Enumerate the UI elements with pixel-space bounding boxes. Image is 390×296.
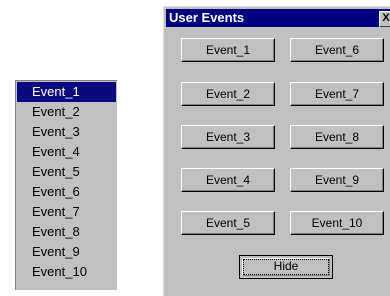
event-1-button[interactable]: Event_1 — [181, 38, 275, 62]
event-listbox[interactable]: Event_1 Event_2 Event_3 Event_4 Event_5 … — [15, 80, 117, 290]
event-6-button[interactable]: Event_6 — [290, 38, 384, 62]
event-3-button[interactable]: Event_3 — [181, 125, 275, 149]
list-item-event-1[interactable]: Event_1 — [17, 82, 116, 102]
list-item-event-5[interactable]: Event_5 — [17, 162, 116, 182]
event-5-button[interactable]: Event_5 — [181, 211, 275, 235]
event-9-button[interactable]: Event_9 — [290, 168, 384, 192]
dialog-titlebar[interactable]: User Events X — [166, 9, 390, 27]
list-item-event-7[interactable]: Event_7 — [17, 202, 116, 222]
list-item-event-4[interactable]: Event_4 — [17, 142, 116, 162]
user-events-dialog: User Events X Event_1 Event_6 Event_2 Ev… — [163, 6, 390, 296]
list-item-event-6[interactable]: Event_6 — [17, 182, 116, 202]
list-item-event-10[interactable]: Event_10 — [17, 262, 116, 282]
hide-button-label: Hide — [273, 259, 299, 273]
list-item-event-3[interactable]: Event_3 — [17, 122, 116, 142]
event-7-button[interactable]: Event_7 — [290, 82, 384, 106]
hide-button[interactable]: Hide — [239, 255, 333, 279]
dialog-title: User Events — [169, 10, 245, 25]
event-2-button[interactable]: Event_2 — [181, 82, 275, 106]
list-item-event-2[interactable]: Event_2 — [17, 102, 116, 122]
event-4-button[interactable]: Event_4 — [181, 168, 275, 192]
event-8-button[interactable]: Event_8 — [290, 125, 384, 149]
list-item-event-8[interactable]: Event_8 — [17, 222, 116, 242]
list-item-event-9[interactable]: Event_9 — [17, 242, 116, 262]
event-10-button[interactable]: Event_10 — [290, 211, 384, 235]
close-icon[interactable]: X — [379, 11, 390, 27]
